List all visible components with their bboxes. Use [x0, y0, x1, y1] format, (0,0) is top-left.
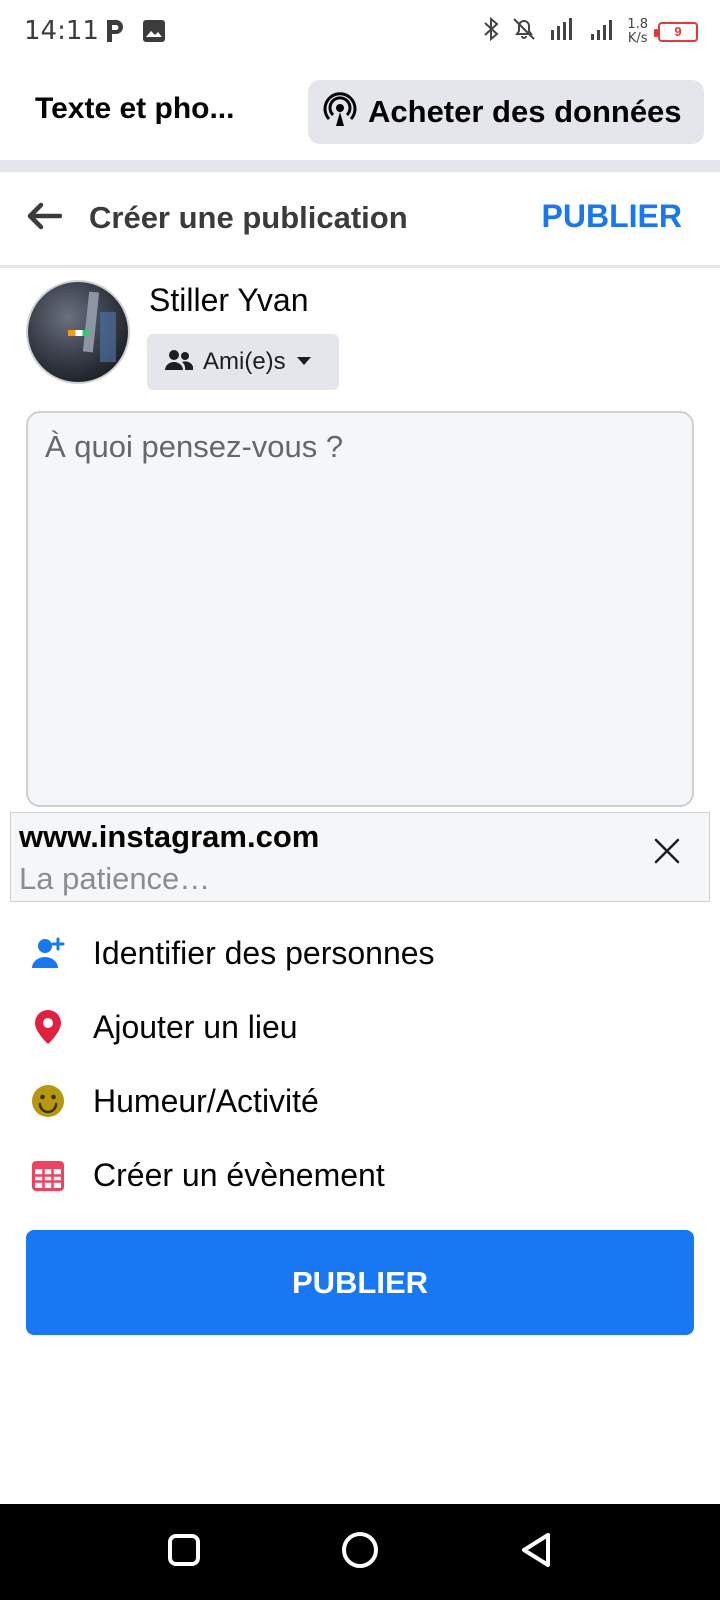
buy-data-button[interactable]: Acheter des données: [308, 80, 704, 144]
back-nav-button[interactable]: [512, 1528, 560, 1576]
audience-selector[interactable]: Ami(e)s: [147, 334, 339, 390]
link-preview[interactable]: www.instagram.com La patience…: [10, 812, 710, 902]
friends-icon: [165, 349, 194, 376]
network-speed: 1.8 K/s: [627, 16, 648, 46]
option-label: Ajouter un lieu: [93, 1008, 298, 1045]
system-nav-bar: [0, 1504, 720, 1600]
caret-down-icon: [296, 353, 312, 371]
option-label: Humeur/Activité: [93, 1082, 319, 1119]
calendar-icon: [28, 1155, 68, 1195]
recent-apps-button[interactable]: [160, 1528, 208, 1576]
option-feeling-activity[interactable]: Humeur/Activité: [0, 1064, 720, 1138]
notifications-off-icon: [511, 16, 537, 47]
publish-button[interactable]: PUBLIER: [26, 1230, 694, 1335]
divider: [0, 160, 720, 172]
home-button[interactable]: [336, 1528, 384, 1576]
triangle-back-icon: [519, 1531, 553, 1574]
close-icon: [653, 837, 681, 870]
status-left-icons: [104, 18, 166, 49]
link-preview-url: www.instagram.com: [19, 819, 320, 854]
status-time: 14:11: [24, 16, 99, 46]
square-icon: [167, 1533, 201, 1572]
option-tag-people[interactable]: Identifier des personnes: [0, 916, 720, 990]
post-composer: [26, 411, 694, 807]
avatar-detail: [100, 312, 116, 362]
smiley-icon: [28, 1081, 68, 1121]
status-right-icons: 1.8 K/s 9: [481, 16, 698, 47]
broadcast-icon: [322, 91, 358, 133]
top-bar: Texte et pho... Acheter des données: [0, 72, 720, 156]
battery-icon: 9: [654, 21, 698, 42]
post-text-input[interactable]: [28, 413, 692, 805]
option-label: Créer un évènement: [93, 1156, 385, 1193]
avatar-detail: [82, 291, 100, 353]
option-create-event[interactable]: Créer un évènement: [0, 1138, 720, 1212]
avatar[interactable]: [26, 280, 130, 384]
header-publish-button[interactable]: PUBLIER: [542, 198, 682, 235]
user-name: Stiller Yvan: [149, 282, 309, 318]
location-pin-icon: [28, 1007, 68, 1047]
create-post-header: Créer une publication PUBLIER: [0, 172, 720, 268]
circle-icon: [341, 1531, 379, 1574]
signal-icon: [587, 16, 617, 47]
top-bar-title: Texte et pho...: [35, 92, 235, 125]
audience-label: Ami(e)s: [203, 348, 286, 375]
remove-link-preview-button[interactable]: [647, 833, 687, 873]
bluetooth-icon: [481, 16, 501, 47]
tag-people-icon: [28, 933, 68, 973]
avatar-detail: [68, 330, 90, 336]
buy-data-label: Acheter des données: [368, 94, 682, 129]
back-button[interactable]: [22, 196, 66, 240]
image-icon: [142, 19, 166, 48]
publish-button-label: PUBLIER: [291, 1264, 429, 1300]
option-add-location[interactable]: Ajouter un lieu: [0, 990, 720, 1064]
option-label: Identifier des personnes: [93, 934, 435, 971]
link-preview-description: La patience…: [19, 861, 211, 896]
parking-icon: [104, 18, 126, 49]
status-bar: 14:11 1.8 K/s 9: [0, 0, 720, 64]
arrow-left-icon: [26, 201, 63, 236]
signal-3g-icon: [547, 16, 577, 47]
page-title: Créer une publication: [89, 200, 408, 235]
